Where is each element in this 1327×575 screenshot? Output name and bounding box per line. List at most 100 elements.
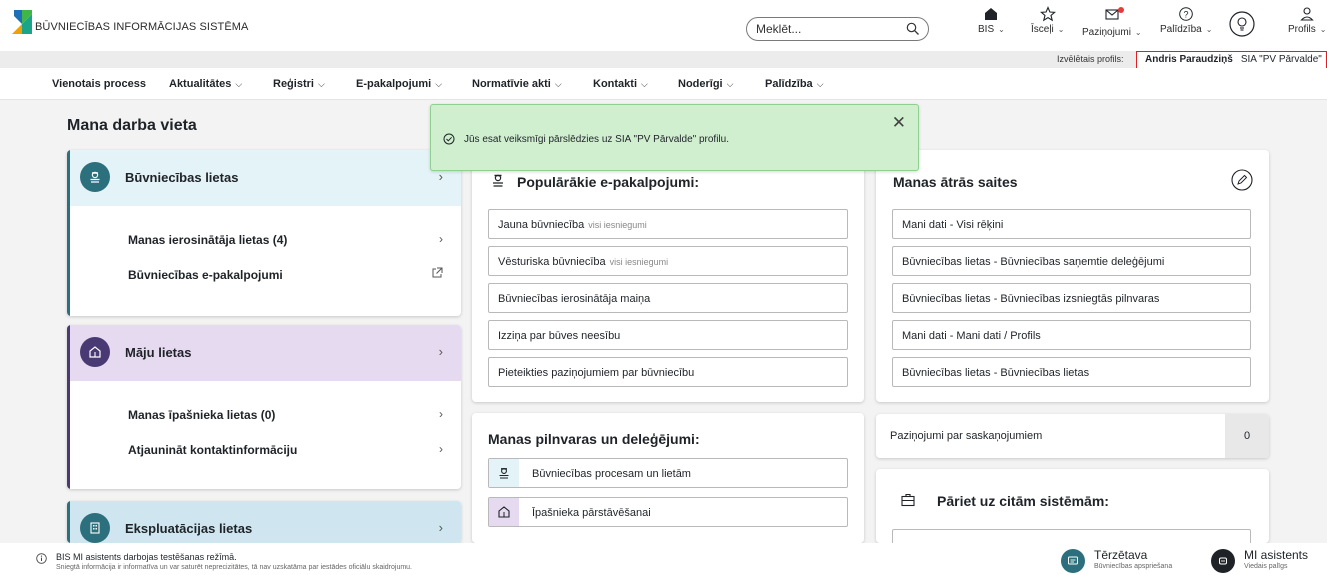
service-label: Vēsturiska būvniecība [498, 256, 606, 268]
nav-isceli[interactable]: Īsceļi ⌄ [1031, 6, 1065, 35]
close-icon[interactable]: ✕ [892, 113, 906, 133]
chat-sub: Būvniecības apspriešana [1094, 563, 1173, 570]
other-systems-panel: Pāriet uz citām sistēmām: [876, 469, 1269, 543]
notifications-label: Paziņojumi par saskaņojumiem [890, 430, 1043, 442]
notifications-approvals[interactable]: Paziņojumi par saskaņojumiem 0 [876, 414, 1269, 458]
menu-label: Aktualitātes [169, 78, 232, 90]
logo-text: BŪVNIECĪBAS INFORMĀCIJAS SISTĒMA [35, 21, 249, 33]
ideas-button[interactable] [1229, 11, 1255, 37]
delegation-ipasnieka[interactable]: Īpašnieka pārstāvēšanai [488, 497, 848, 527]
link-ipasnieka-lietas[interactable]: Manas īpašnieka lietas (0) [128, 408, 275, 422]
service-sub: visi iesniegumi [588, 220, 647, 230]
other-systems-title: Pāriet uz citām sistēmām: [937, 493, 1109, 509]
card-accent [67, 150, 70, 316]
card-header[interactable]: Māju lietas › [67, 325, 461, 381]
external-link-icon [432, 267, 443, 278]
chevron-right-icon: › [439, 407, 443, 421]
delegation-label: Īpašnieka pārstāvēšanai [532, 507, 651, 519]
profile-user: Andris Paraudziņš [1145, 54, 1233, 65]
star-icon [1039, 6, 1056, 22]
quicklink-item[interactable]: Būvniecības lietas - Būvniecības izsnieg… [892, 283, 1251, 313]
selected-profile[interactable]: Andris Paraudziņš SIA "PV Pārvalde" [1136, 51, 1327, 69]
search-box[interactable] [746, 17, 929, 41]
menu-aktualitates[interactable]: Aktualitātes ⌵ [169, 78, 242, 90]
card-header[interactable]: Ekspluatācijas lietas › [67, 501, 461, 543]
chevron-right-icon: › [439, 232, 443, 246]
card-accent [67, 501, 70, 543]
service-ierosinataja-maina[interactable]: Būvniecības ierosinātāja maiņa [488, 283, 848, 313]
chevron-right-icon: › [438, 344, 443, 359]
nav-pazinojumi[interactable]: Paziņojumi ⌄ [1082, 6, 1142, 38]
nav-palidziba[interactable]: ? Palīdzība ⌄ [1160, 6, 1212, 35]
quicklink-item[interactable]: Būvniecības lietas - Būvniecības lietas [892, 357, 1251, 387]
robot-icon [1211, 549, 1235, 573]
chevron-right-icon: › [439, 442, 443, 456]
page-title: Mana darba vieta [67, 117, 197, 134]
nav-palidziba-label: Palīdzība [1160, 24, 1202, 35]
builder-icon [80, 162, 110, 192]
help-icon: ? [1179, 7, 1194, 21]
lightbulb-icon [1229, 11, 1255, 37]
house-icon [80, 337, 110, 367]
link-ierosinataja-lietas[interactable]: Manas ierosinātāja lietas (4) [128, 233, 287, 247]
card-accent [67, 325, 70, 489]
nav-profils[interactable]: Profils ⌄ [1288, 6, 1327, 35]
service-label: Jauna būvniecība [498, 219, 585, 231]
menu-label: Kontakti [593, 78, 637, 90]
service-pieteikties-pazinojumiem[interactable]: Pieteikties paziņojumiem par būvniecību [488, 357, 848, 387]
menu-label: Vienotais process [52, 78, 146, 90]
menu-e-pakalpojumi[interactable]: E-pakalpojumi ⌵ [356, 78, 442, 90]
ai-footer: BIS MI asistents darbojas testēšanas rež… [0, 543, 1327, 575]
menu-kontakti[interactable]: Kontakti ⌵ [593, 78, 648, 90]
card-buvniecibas-lietas: Būvniecības lietas › Manas ierosinātāja … [67, 150, 461, 316]
ai-assistant-button[interactable]: MI asistents Viedais palīgs [1211, 549, 1308, 573]
delegation-buvniecibas[interactable]: Būvniecības procesam un lietām [488, 458, 848, 488]
nav-bis[interactable]: BIS ⌄ [978, 6, 1005, 35]
service-vesturiska-buvnieciba[interactable]: Vēsturiska būvniecība visi iesniegumi [488, 246, 848, 276]
notifications-count: 0 [1225, 414, 1269, 458]
link-e-pakalpojumi[interactable]: Būvniecības e-pakalpojumi [128, 268, 283, 282]
quicklinks-panel: Manas ātrās saites Mani dati - Visi rēķi… [876, 150, 1269, 402]
bis-logo[interactable]: BŪVNIECĪBAS INFORMĀCIJAS SISTĒMA [12, 10, 248, 34]
menu-normativie-akti[interactable]: Normatīvie akti ⌵ [472, 78, 562, 90]
builder-icon [493, 174, 503, 187]
service-jauna-buvnieciba[interactable]: Jauna būvniecība visi iesniegumi [488, 209, 848, 239]
search-icon[interactable] [906, 22, 920, 36]
other-system-item[interactable] [892, 529, 1251, 543]
card-header[interactable]: Būvniecības lietas › [67, 150, 461, 206]
quicklinks-title: Manas ātrās saites [893, 174, 1018, 190]
delegations-title: Manas pilnvaras un deleģējumi: [488, 431, 700, 447]
chevron-down-icon: ⌵ [554, 79, 562, 89]
menu-palidziba[interactable]: Palīdzība ⌵ [765, 78, 824, 90]
profile-label: Izvēlētais profils: [1057, 54, 1124, 64]
card-title: Būvniecības lietas [125, 170, 239, 185]
menu-vienotais-process[interactable]: Vienotais process [52, 78, 146, 90]
service-izzina-neesiba[interactable]: Izziņa par būves neesību [488, 320, 848, 350]
building-icon [80, 513, 110, 543]
quicklink-item[interactable]: Mani dati - Mani dati / Profils [892, 320, 1251, 350]
delegations-panel: Manas pilnvaras un deleģējumi: Būvniecīb… [472, 413, 864, 543]
menu-label: E-pakalpojumi [356, 78, 432, 90]
chat-button[interactable]: Tērzētava Būvniecības apspriešana [1061, 549, 1172, 573]
chevron-down-icon: ⌄ [1134, 28, 1142, 37]
menu-label: Reģistri [273, 78, 314, 90]
chevron-down-icon: ⌵ [235, 79, 243, 89]
ai-title: MI asistents [1244, 548, 1309, 562]
builder-icon [489, 459, 519, 487]
notification-dot [1117, 7, 1124, 13]
link-kontaktinformacija[interactable]: Atjaunināt kontaktinformāciju [128, 443, 297, 457]
chevron-down-icon: ⌄ [1205, 25, 1213, 34]
edit-icon[interactable] [1231, 169, 1253, 191]
chevron-down-icon: ⌵ [726, 79, 734, 89]
menu-registri[interactable]: Reģistri ⌵ [273, 78, 325, 90]
search-input[interactable] [756, 22, 906, 36]
quicklink-item[interactable]: Mani dati - Visi rēķini [892, 209, 1251, 239]
nav-isceli-label: Īsceļi [1031, 24, 1054, 35]
top-header: BŪVNIECĪBAS INFORMĀCIJAS SISTĒMA BIS⌄ Īs… [0, 0, 1327, 51]
menu-noderigi[interactable]: Noderīgi ⌵ [678, 78, 733, 90]
info-icon [36, 553, 47, 564]
delegation-label: Būvniecības procesam un lietām [532, 468, 691, 480]
quicklink-item[interactable]: Būvniecības lietas - Būvniecības saņemti… [892, 246, 1251, 276]
briefcase-icon [901, 493, 915, 507]
card-ekspluatacijas-lietas: Ekspluatācijas lietas › [67, 501, 461, 543]
